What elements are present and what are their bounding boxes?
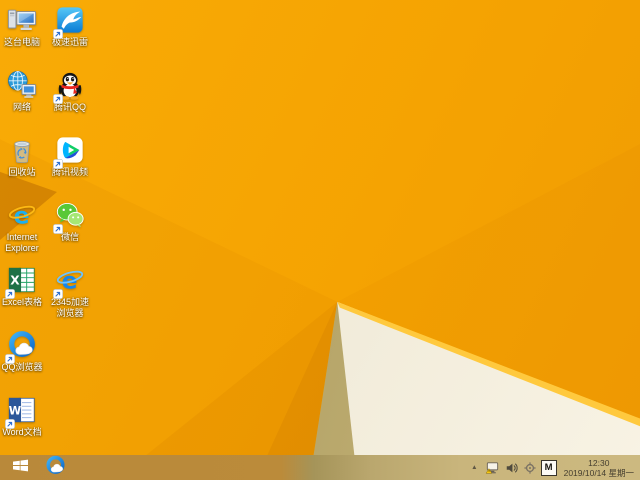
wechat-icon (53, 200, 85, 234)
windows-logo-icon (12, 458, 29, 478)
taskbar-qq-browser-button[interactable] (43, 455, 67, 480)
desktop-icon-label: 网络 (12, 102, 31, 112)
desktop-icon-recycle-bin[interactable]: 回收站 (0, 135, 44, 178)
desktop-icon-this-pc[interactable]: 这台电脑 (0, 5, 44, 48)
target-icon[interactable] (524, 461, 536, 474)
system-tray: ▲ M 12:30 2019/10/14 星期一 (469, 455, 640, 480)
qq-browser-icon (45, 455, 66, 480)
shortcut-arrow-icon (53, 26, 63, 39)
volume-icon[interactable] (505, 461, 519, 475)
desktop-icon-label: 回收站 (8, 167, 36, 177)
network-icon (7, 70, 37, 100)
taskbar-clock[interactable]: 12:30 2019/10/14 星期一 (562, 458, 636, 478)
qq-penguin-icon (53, 70, 85, 104)
tencent-video-icon (53, 135, 85, 169)
desktop-icon-browser-2345[interactable]: e 2345加速浏览器 (48, 265, 92, 318)
desktop-icon-xunlei[interactable]: 极速迅雷 (48, 5, 92, 48)
recycle-bin-icon (7, 135, 37, 165)
desktop-icon-qq-browser[interactable]: QQ浏览器 (0, 330, 44, 373)
shortcut-arrow-icon (53, 91, 63, 104)
qq-browser-icon (5, 330, 37, 364)
shortcut-arrow-icon (5, 286, 15, 299)
word-icon: W (5, 395, 37, 429)
network-status-warning-icon[interactable] (485, 460, 500, 475)
xunlei-icon (53, 5, 85, 39)
ime-mode-indicator[interactable]: M (540, 459, 557, 476)
start-button[interactable] (9, 455, 31, 480)
desktop-icon-label: 这台电脑 (3, 37, 40, 47)
desktop-icon-label: Internet Explorer (5, 232, 39, 253)
desktop-icon-network[interactable]: 网络 (0, 70, 44, 113)
desktop-icon-excel[interactable]: X Excel表格 (0, 265, 44, 308)
shortcut-arrow-icon (5, 351, 15, 364)
ie-icon: e (7, 200, 37, 230)
desktop-icon-wechat[interactable]: 微信 (48, 200, 92, 243)
desktop-icon-tencent-video[interactable]: 腾讯视频 (48, 135, 92, 178)
desktop-icon-label: 2345加速浏览器 (50, 297, 90, 318)
shortcut-arrow-icon (53, 221, 63, 234)
browser-2345-icon: e (53, 265, 85, 299)
clock-time: 12:30 (588, 457, 610, 468)
desktop: 这台电脑 极速迅雷 网络 腾讯QQ 回收站 腾讯视频 e Internet Explorer 微… (0, 0, 640, 480)
shortcut-arrow-icon (53, 156, 63, 169)
clock-date: 2019/10/14 星期一 (563, 467, 634, 478)
show-hidden-icons-chevron[interactable]: ▲ (469, 464, 479, 471)
excel-icon: X (5, 265, 37, 299)
this-pc-icon (7, 5, 37, 35)
shortcut-arrow-icon (5, 416, 15, 429)
taskbar: ▲ M 12:30 2019/10/14 星期一 (0, 455, 640, 480)
shortcut-arrow-icon (53, 286, 63, 299)
desktop-icon-internet-explorer[interactable]: e Internet Explorer (0, 200, 44, 253)
desktop-icon-word[interactable]: W Word文档 (0, 395, 44, 438)
desktop-icon-grid: 这台电脑 极速迅雷 网络 腾讯QQ 回收站 腾讯视频 e Internet Explorer 微… (0, 0, 640, 480)
desktop-icon-tencent-qq[interactable]: 腾讯QQ (48, 70, 92, 113)
